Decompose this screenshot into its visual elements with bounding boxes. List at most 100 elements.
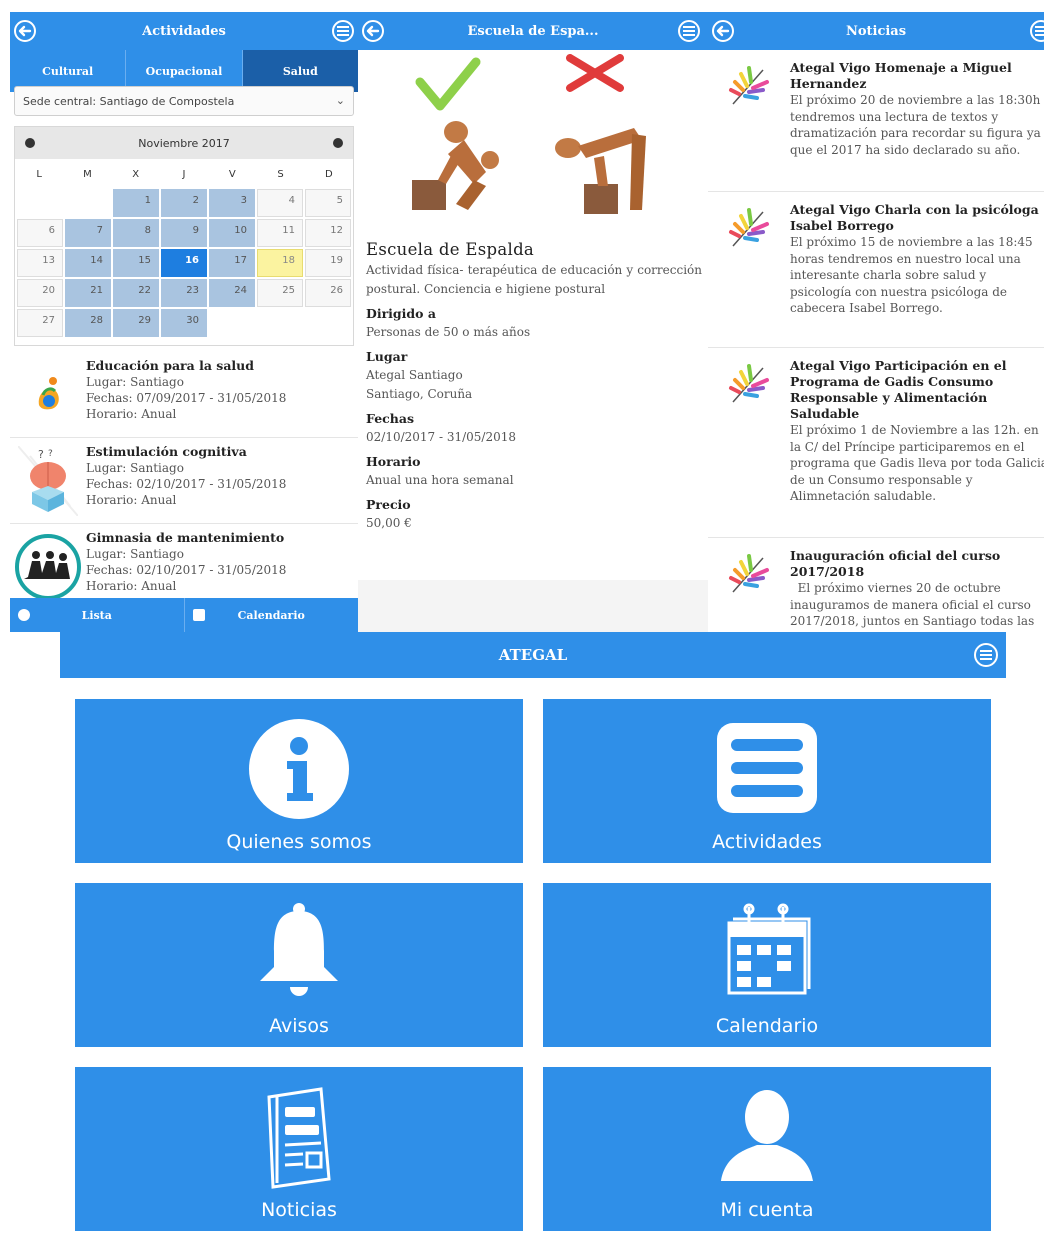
tile-label: Avisos	[269, 1015, 329, 1037]
news-item[interactable]: Ategal Vigo Charla con la psicóloga Isab…	[708, 192, 1044, 348]
calendar-day[interactable]: 3	[209, 189, 255, 217]
next-month-icon[interactable]	[333, 138, 343, 148]
list-icon	[717, 723, 817, 817]
calendar-view-button[interactable]: Calendario	[183, 598, 359, 632]
calendar-day[interactable]: 7	[65, 219, 111, 247]
activity-dates: Fechas: 02/10/2017 - 31/05/2018	[86, 563, 287, 577]
detail-header: Escuela de Espa...	[358, 12, 708, 50]
activity-dates: Fechas: 07/09/2017 - 31/05/2018	[86, 391, 287, 405]
weekday: M	[83, 168, 92, 180]
detail-content: Escuela de Espalda Actividad física- ter…	[366, 240, 702, 533]
section-value: 50,00 €	[366, 516, 412, 530]
calendar-day[interactable]: 17	[209, 249, 255, 277]
calendar-day[interactable]: 14	[65, 249, 111, 277]
calendar-day[interactable]: 8	[113, 219, 159, 247]
ategal-leaf-icon	[708, 192, 790, 347]
section-value: Ategal Santiago	[366, 368, 463, 382]
activity-place: Lugar: Santiago	[86, 375, 184, 389]
weekday-row: L M X J V S D	[15, 159, 353, 189]
activities-title: Actividades	[142, 23, 226, 39]
section-value: Santiago, Coruña	[366, 387, 473, 401]
calendar-day[interactable]: 10	[209, 219, 255, 247]
news-item[interactable]: Inauguración oficial del curso 2017/2018…	[708, 538, 1044, 632]
calendar-day[interactable]: 6	[17, 219, 63, 247]
calendar-day[interactable]: 24	[209, 279, 255, 307]
menu-icon[interactable]	[332, 20, 354, 42]
calendar-day[interactable]: 28	[65, 309, 111, 337]
info-icon	[249, 719, 349, 823]
activities-screen: Actividades Cultural Ocupacional Salud S…	[10, 12, 358, 632]
svg-text:?: ?	[48, 449, 53, 459]
back-icon[interactable]	[362, 20, 384, 42]
newspaper-icon	[263, 1083, 335, 1193]
calendar-header: Noviembre 2017	[15, 127, 353, 159]
back-icon[interactable]	[14, 20, 36, 42]
calendar-day[interactable]: 4	[257, 189, 303, 217]
home-title: ATEGAL	[498, 646, 568, 664]
home-header: ATEGAL	[60, 632, 1006, 678]
section-label: Precio	[366, 497, 411, 512]
tile-actividades[interactable]: Actividades	[543, 699, 991, 863]
calendar-day[interactable]: 20	[17, 279, 63, 307]
news-screen: Noticias Ategal Vigo Homenaje a Miguel H…	[708, 12, 1044, 632]
menu-icon[interactable]	[678, 20, 700, 42]
activity-list: Educación para la salud Lugar: Santiago …	[10, 352, 358, 610]
activity-dates: Fechas: 02/10/2017 - 31/05/2018	[86, 477, 287, 491]
weekday: L	[36, 168, 42, 180]
news-title: Ategal Vigo Homenaje a Miguel Hernandez	[790, 60, 1012, 91]
tile-quienes-somos[interactable]: Quienes somos	[75, 699, 523, 863]
tile-label: Actividades	[712, 831, 822, 853]
calendar-day[interactable]: 22	[113, 279, 159, 307]
calendar-day[interactable]: 21	[65, 279, 111, 307]
calendar-day[interactable]: 30	[161, 309, 207, 337]
detail-body: Escuela de Espalda Actividad física- ter…	[358, 50, 708, 580]
calendar-month: Noviembre 2017	[138, 136, 230, 150]
news-title: Inauguración oficial del curso 2017/2018	[790, 548, 1001, 579]
tile-calendario[interactable]: Calendario	[543, 883, 991, 1047]
calendar-day-today[interactable]: 16	[161, 249, 207, 277]
news-body: El próximo 15 de noviembre a las 18:45 h…	[790, 235, 1033, 315]
tile-noticias[interactable]: Noticias	[75, 1067, 523, 1231]
menu-icon[interactable]	[974, 643, 998, 667]
calendar-day[interactable]: 2	[161, 189, 207, 217]
calendar-grid: 1 2 3 4 5 6 7 8 9 10 11 12 13 14 15 16 1…	[15, 189, 353, 337]
svg-text:?: ?	[38, 448, 44, 461]
list-item[interactable]: ?? Estimulación cognitiva Lugar: Santiag…	[10, 438, 358, 524]
calendar-view-label: Calendario	[237, 608, 305, 622]
detail-description: Actividad física- terapéutica de educaci…	[366, 263, 702, 296]
list-item[interactable]: Educación para la salud Lugar: Santiago …	[10, 352, 358, 438]
calendar-day[interactable]: 13	[17, 249, 63, 277]
calendar-day-empty	[17, 189, 63, 217]
activity-title: Estimulación cognitiva	[86, 444, 247, 459]
calendar-day[interactable]: 29	[113, 309, 159, 337]
calendar-day[interactable]: 19	[305, 249, 351, 277]
calendar-day[interactable]: 1	[113, 189, 159, 217]
calendar-day[interactable]: 23	[161, 279, 207, 307]
weekday: V	[228, 168, 236, 180]
weekday: D	[324, 168, 333, 180]
tile-avisos[interactable]: Avisos	[75, 883, 523, 1047]
calendar-day[interactable]: 27	[17, 309, 63, 337]
detail-header-title: Escuela de Espa...	[467, 23, 599, 39]
news-item[interactable]: Ategal Vigo Homenaje a Miguel Hernandez …	[708, 50, 1044, 192]
news-body: El próximo 1 de Noviembre a las 12h. en …	[790, 423, 1044, 503]
list-view-button[interactable]: Lista	[10, 598, 184, 632]
calendar-day[interactable]: 25	[257, 279, 303, 307]
news-item[interactable]: Ategal Vigo Participación en el Programa…	[708, 348, 1044, 538]
activity-title: Gimnasia de mantenimiento	[86, 530, 285, 545]
ategal-leaf-icon	[708, 50, 790, 191]
calendar-day[interactable]: 12	[305, 219, 351, 247]
calendar-day[interactable]: 11	[257, 219, 303, 247]
back-icon[interactable]	[712, 20, 734, 42]
calendar-day[interactable]: 15	[113, 249, 159, 277]
calendar-day-highlighted[interactable]: 18	[257, 249, 303, 277]
activity-title: Educación para la salud	[86, 358, 254, 373]
calendar-day[interactable]: 9	[161, 219, 207, 247]
calendar-day[interactable]: 26	[305, 279, 351, 307]
location-select[interactable]: Sede central: Santiago de Compostela ⌄	[14, 86, 354, 116]
calendar-day[interactable]: 5	[305, 189, 351, 217]
prev-month-icon[interactable]	[25, 138, 35, 148]
activity-schedule: Horario: Anual	[86, 407, 177, 421]
list-icon	[18, 609, 30, 621]
tile-mi-cuenta[interactable]: Mi cuenta	[543, 1067, 991, 1231]
